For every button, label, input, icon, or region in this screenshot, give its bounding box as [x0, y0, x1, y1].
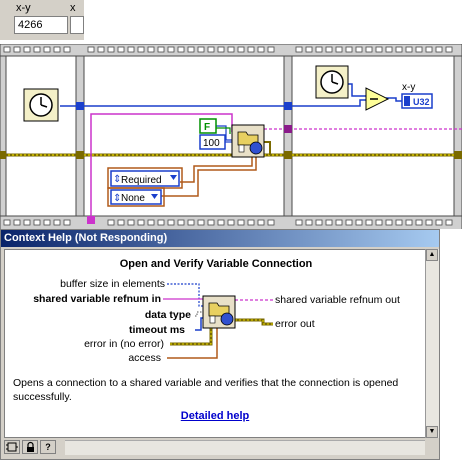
show-optional-terminals-icon[interactable]	[4, 440, 20, 454]
vertical-scrollbar[interactable]: ▲ ▼	[425, 249, 439, 438]
terminal-buffer-size: buffer size in elements	[60, 278, 165, 290]
ring-none[interactable]: ⇕ None	[107, 187, 165, 207]
timeout-constant-value: 100	[203, 138, 220, 149]
boolean-wire[interactable]	[216, 127, 231, 134]
terminal-error-out: error out	[275, 318, 315, 330]
numeric-wire[interactable]	[386, 97, 402, 102]
horizontal-scrollbar[interactable]	[65, 440, 425, 455]
frame-perforations	[3, 46, 453, 226]
error-tunnel	[454, 151, 462, 159]
lock-icon[interactable]	[22, 440, 38, 454]
timeout-constant[interactable]: 100	[199, 134, 226, 150]
terminal-access: access	[128, 352, 161, 364]
indicator-value[interactable]: 4266	[14, 16, 68, 34]
context-help-window[interactable]: Context Help (Not Responding) Open and V…	[0, 229, 440, 460]
context-help-content: Open and Verify Variable Connection buff…	[4, 249, 436, 438]
numeric-tunnel	[76, 102, 84, 110]
scroll-up-arrow-icon[interactable]: ▲	[426, 249, 438, 261]
false-constant[interactable]: F	[199, 118, 217, 134]
clock-icon[interactable]	[315, 65, 349, 99]
indicator-value-right[interactable]	[70, 16, 84, 34]
error-tunnel	[76, 151, 84, 159]
error-tunnel	[284, 151, 292, 159]
terminal-refnum-in: shared variable refnum in	[33, 293, 161, 305]
clock-icon[interactable]	[23, 88, 59, 122]
numeric-tunnel	[284, 102, 292, 110]
open-variable-icon[interactable]	[231, 124, 265, 158]
ring-required[interactable]: ⇕ Required	[107, 167, 183, 189]
open-variable-icon	[202, 295, 236, 329]
frame-dividers	[0, 55, 462, 217]
help-description: Opens a connection to a shared variable …	[13, 377, 399, 403]
output-label: x-y	[402, 82, 415, 93]
u32-indicator[interactable]: U32	[401, 93, 433, 109]
help-icon[interactable]: ?	[40, 440, 56, 454]
ring-none-label: None	[121, 193, 145, 204]
indicator-label-right: x	[70, 2, 76, 14]
terminal-error-in: error in (no error)	[84, 338, 164, 350]
refnum-tunnel	[87, 216, 95, 224]
error-tunnel	[0, 151, 6, 159]
connector-diagram	[163, 283, 273, 359]
subtract-icon[interactable]	[365, 87, 390, 111]
output-type: U32	[413, 97, 430, 107]
error-out-wire	[264, 141, 271, 155]
terminal-refnum-out: shared variable refnum out	[275, 294, 400, 306]
window-title[interactable]: Context Help (Not Responding)	[1, 230, 439, 247]
help-toolbar: ?	[4, 440, 64, 456]
detailed-help-link[interactable]: Detailed help	[5, 410, 425, 422]
numeric-wire[interactable]	[292, 99, 366, 107]
indicator-strip: x-y x 4266	[0, 0, 84, 40]
terminal-timeout: timeout ms	[128, 324, 185, 336]
block-diagram[interactable]: x-y U32 F 100 ⇕ Required ⇕ None	[0, 44, 462, 230]
background-area	[440, 229, 462, 460]
ring-required-label: Required	[121, 175, 162, 186]
terminal-data-type: data type	[144, 309, 191, 321]
refnum-tunnel	[284, 125, 292, 133]
numeric-wire[interactable]	[348, 83, 366, 97]
false-constant-label: F	[204, 122, 210, 133]
indicator-label: x-y	[16, 2, 31, 14]
scroll-down-arrow-icon[interactable]: ▼	[426, 426, 438, 438]
